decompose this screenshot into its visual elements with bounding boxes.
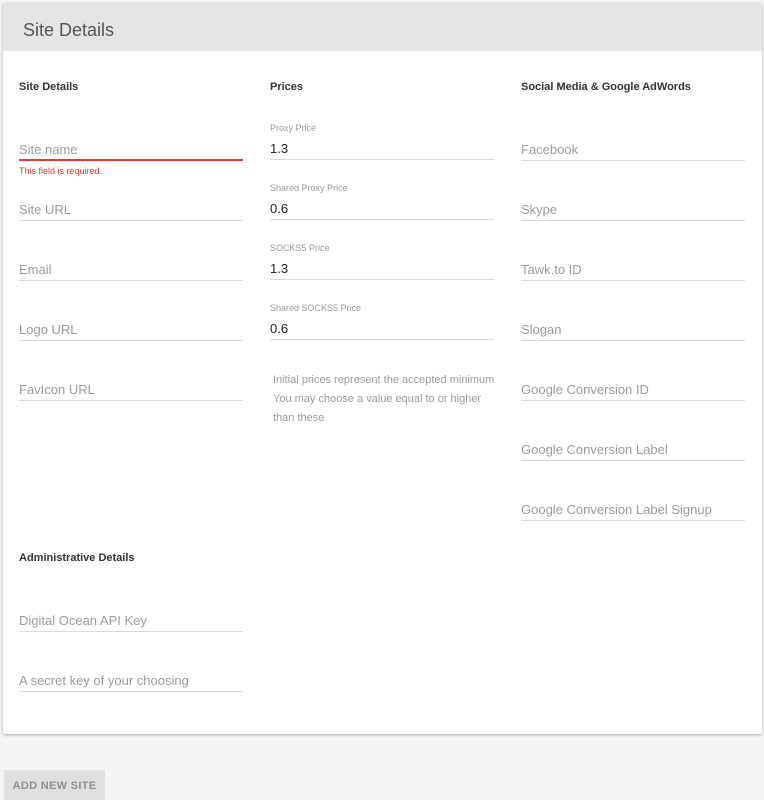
email-underline [19,280,243,281]
add-new-site-button[interactable]: ADD NEW SITE [4,770,105,800]
site-name-underline [19,159,243,161]
google-conversion-label-underline [521,460,745,461]
slogan-placeholder: Slogan [521,322,562,337]
email-placeholder: Email [19,262,52,277]
section-title-admin: Administrative Details [19,552,135,564]
tawk-id-placeholder: Tawk.to ID [521,262,582,277]
section-title-prices: Prices [270,81,304,93]
shared-proxy-price-field[interactable]: Shared Proxy Price 0.6 [270,181,494,221]
socks5-price-field[interactable]: SOCKS5 Price 1.3 [270,241,494,281]
price-note-line-1: Initial prices represent the accepted mi… [273,374,495,386]
shared-socks5-price-value: 0.6 [270,321,289,336]
socks5-price-value: 1.3 [270,261,289,276]
proxy-price-value: 1.3 [270,141,289,156]
price-note-line-2: You may choose a value equal to or highe… [273,393,482,424]
proxy-price-underline [270,159,494,160]
shared-proxy-price-value: 0.6 [270,201,289,216]
card-header [3,3,762,51]
logo-url-field[interactable]: Logo URL [19,319,243,343]
skype-field[interactable]: Skype [521,199,745,223]
shared-socks5-price-underline [270,339,494,340]
site-name-field[interactable]: Site name [19,139,243,163]
site-details-card: Site Details Site Details Prices Social … [3,3,762,734]
site-url-field[interactable]: Site URL [19,199,243,223]
digital-ocean-api-key-underline [19,631,243,632]
socks5-price-underline [270,279,494,280]
logo-url-placeholder: Logo URL [19,322,78,337]
favicon-url-placeholder: FavIcon URL [19,382,95,397]
secret-key-underline [19,691,243,692]
secret-key-placeholder: A secret key of your choosing [19,673,189,688]
favicon-url-field[interactable]: FavIcon URL [19,379,243,403]
google-conversion-id-field[interactable]: Google Conversion ID [521,379,745,403]
facebook-underline [521,160,745,161]
site-name-placeholder: Site name [19,142,78,157]
proxy-price-field[interactable]: Proxy Price 1.3 [270,121,494,161]
google-conversion-label-signup-underline [521,520,745,521]
google-conversion-id-underline [521,400,745,401]
digital-ocean-api-key-placeholder: Digital Ocean API Key [19,613,147,628]
google-conversion-label-signup-field[interactable]: Google Conversion Label Signup [521,499,745,523]
shared-socks5-price-label: Shared SOCKS5 Price [270,303,362,313]
email-field[interactable]: Email [19,259,243,283]
skype-underline [521,220,745,221]
page-title: Site Details [23,20,115,40]
proxy-price-label: Proxy Price [270,123,317,133]
site-url-underline [19,220,243,221]
skype-placeholder: Skype [521,202,558,217]
tawk-id-underline [521,280,745,281]
facebook-field[interactable]: Facebook [521,139,745,163]
socks5-price-label: SOCKS5 Price [270,243,330,253]
price-note: Initial prices represent the accepted mi… [273,371,495,428]
logo-url-underline [19,340,243,341]
section-title-social: Social Media & Google AdWords [521,81,691,93]
shared-proxy-price-underline [270,219,494,220]
favicon-url-underline [19,400,243,401]
site-name-error: This field is required. [19,166,103,176]
google-conversion-id-placeholder: Google Conversion ID [521,382,649,397]
section-title-site-details: Site Details [19,81,79,93]
slogan-field[interactable]: Slogan [521,319,745,343]
digital-ocean-api-key-field[interactable]: Digital Ocean API Key [19,610,243,634]
slogan-underline [521,340,745,341]
tawk-id-field[interactable]: Tawk.to ID [521,259,745,283]
google-conversion-label-placeholder: Google Conversion Label [521,442,668,457]
shared-proxy-price-label: Shared Proxy Price [270,183,348,193]
shared-socks5-price-field[interactable]: Shared SOCKS5 Price 0.6 [270,301,494,341]
site-url-placeholder: Site URL [19,202,72,217]
secret-key-field[interactable]: A secret key of your choosing [19,670,243,694]
facebook-placeholder: Facebook [521,142,579,157]
google-conversion-label-field[interactable]: Google Conversion Label [521,439,745,463]
google-conversion-label-signup-placeholder: Google Conversion Label Signup [521,502,712,517]
